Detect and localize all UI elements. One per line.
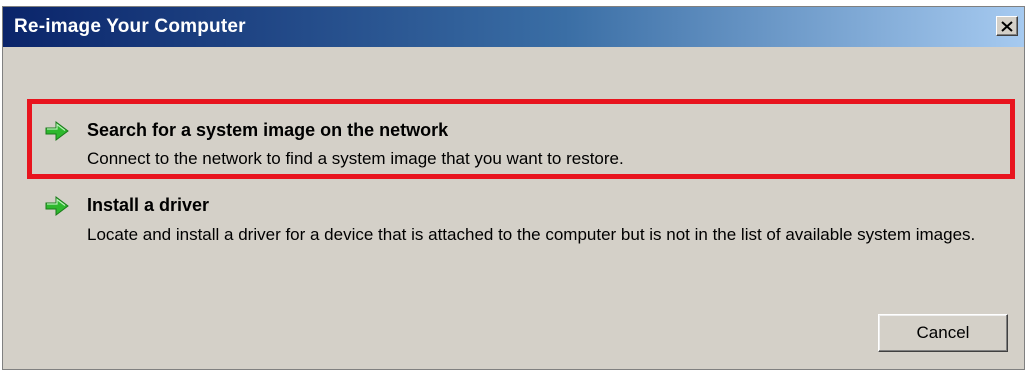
close-button[interactable] bbox=[996, 16, 1018, 36]
option-description: Locate and install a driver for a device… bbox=[87, 225, 976, 244]
option-search-network-image[interactable]: Search for a system image on the network… bbox=[27, 99, 1015, 179]
green-arrow-icon bbox=[45, 196, 69, 216]
option-title: Search for a system image on the network bbox=[87, 120, 449, 140]
option-install-driver[interactable]: Install a driver Locate and install a dr… bbox=[27, 189, 1015, 269]
close-icon bbox=[1001, 20, 1013, 32]
window-title: Re-image Your Computer bbox=[14, 16, 246, 37]
option-description: Connect to the network to find a system … bbox=[87, 149, 624, 168]
option-title: Install a driver bbox=[87, 195, 210, 215]
cancel-button[interactable]: Cancel bbox=[878, 314, 1008, 352]
reimage-dialog: Re-image Your Computer Search for a syst… bbox=[2, 6, 1025, 370]
green-arrow-icon bbox=[45, 121, 69, 141]
title-bar[interactable]: Re-image Your Computer bbox=[3, 7, 1024, 47]
